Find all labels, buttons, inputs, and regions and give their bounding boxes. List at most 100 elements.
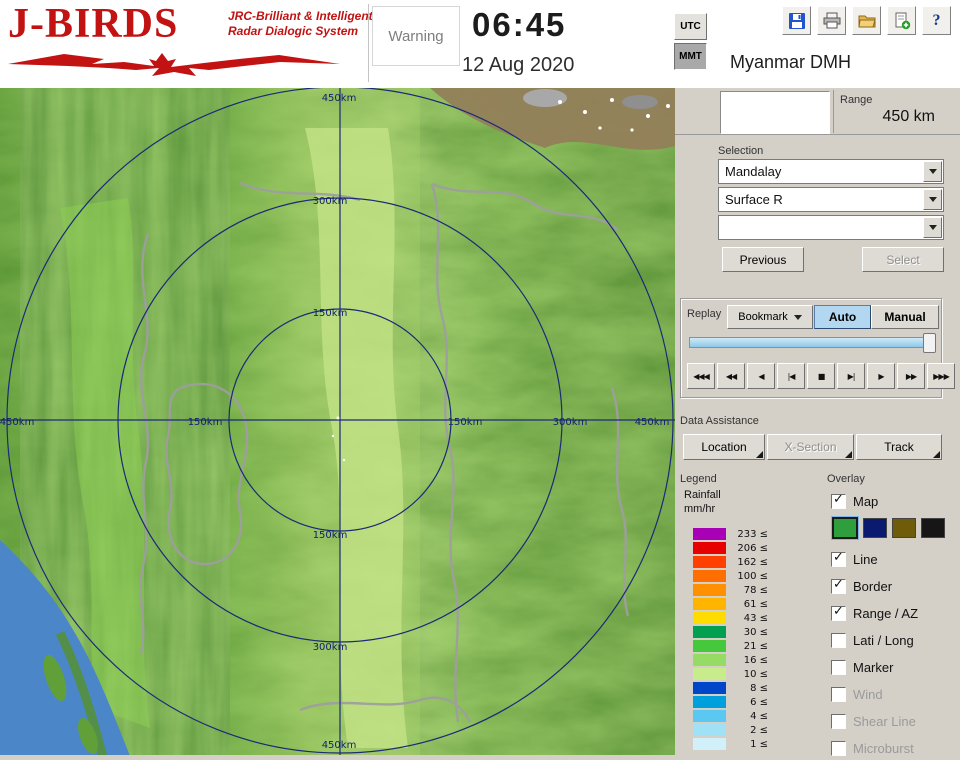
legend-value: 61 ≤ xyxy=(743,598,768,610)
save-button[interactable] xyxy=(782,6,811,35)
header-divider xyxy=(368,4,369,82)
select-button[interactable]: Select xyxy=(862,247,944,272)
stop-button[interactable]: ■ xyxy=(807,363,835,389)
help-button[interactable]: ? xyxy=(922,6,951,35)
legend-row: 30 ≤ xyxy=(693,625,768,639)
legend-color-swatch xyxy=(693,738,726,750)
ring-label: 150km xyxy=(313,308,348,319)
header-bar: J-BIRDS JRC-Brilliant & Intelligent Rada… xyxy=(0,0,960,89)
radar-map-canvas: 450km 300km 150km 150km 300km 450km 450k… xyxy=(0,86,675,760)
ring-label: 300km xyxy=(553,417,588,428)
fast-rewind-button[interactable]: ◀◀ xyxy=(717,363,745,389)
range-az-checkbox[interactable] xyxy=(831,604,846,621)
product-dropdown[interactable]: Surface R xyxy=(718,187,944,212)
open-folder-button[interactable] xyxy=(852,6,881,35)
overlay-item-label: Range / AZ xyxy=(853,605,919,621)
x-section-button[interactable]: X-Section xyxy=(767,434,854,460)
site-dropdown[interactable]: Mandalay xyxy=(718,159,944,184)
map-color-swatch-green[interactable] xyxy=(831,516,859,540)
play-button[interactable]: ▶ xyxy=(867,363,895,389)
legend-color-swatch xyxy=(693,710,726,722)
overlay-row-microburst[interactable]: Microburst xyxy=(831,739,914,757)
export-button[interactable] xyxy=(887,6,916,35)
product-dropdown-button[interactable] xyxy=(923,189,942,210)
app-logo-tagline: JRC-Brilliant & Intelligent Radar Dialog… xyxy=(228,9,373,39)
legend-row: 21 ≤ xyxy=(693,639,768,653)
map-checkbox[interactable] xyxy=(831,492,846,509)
toolbar: ? xyxy=(782,6,951,35)
lati-long-checkbox[interactable] xyxy=(831,632,846,648)
extra-dropdown-button[interactable] xyxy=(923,217,942,238)
chevron-down-icon xyxy=(928,225,937,230)
overlay-row-wind[interactable]: Wind xyxy=(831,685,883,703)
previous-button[interactable]: Previous xyxy=(722,247,804,272)
step-forward-button[interactable]: ▶| xyxy=(837,363,865,389)
legend-color-swatch xyxy=(693,570,726,582)
border-checkbox[interactable] xyxy=(831,577,846,594)
map-color-swatch-black[interactable] xyxy=(921,518,945,538)
mmt-button[interactable]: MMT xyxy=(674,43,707,70)
overlay-row-line[interactable]: Line xyxy=(831,550,878,568)
line-checkbox[interactable] xyxy=(831,550,846,567)
fast-forward-button[interactable]: ▶▶ xyxy=(897,363,925,389)
microburst-checkbox[interactable] xyxy=(831,740,846,756)
ring-label: 450km xyxy=(322,93,357,104)
legend-row: 1 ≤ xyxy=(693,737,768,751)
location-button[interactable]: Location xyxy=(683,434,765,460)
legend-color-swatch xyxy=(693,556,726,568)
overlay-row-marker[interactable]: Marker xyxy=(831,658,893,676)
overlay-row-border[interactable]: Border xyxy=(831,577,892,595)
open-folder-icon xyxy=(857,15,876,27)
legend-value: 1 ≤ xyxy=(750,738,768,750)
track-button[interactable]: Track xyxy=(856,434,942,460)
print-button[interactable] xyxy=(817,6,846,35)
extra-dropdown[interactable] xyxy=(718,215,944,240)
seek-start-button[interactable]: ◀◀◀ xyxy=(687,363,715,389)
play-reverse-button[interactable]: ◀ xyxy=(747,363,775,389)
legend-value: 6 ≤ xyxy=(750,696,768,708)
legend-value: 10 ≤ xyxy=(743,668,768,680)
utc-button[interactable]: UTC xyxy=(674,13,707,40)
x-section-button-label: X-Section xyxy=(784,440,837,454)
map-color-scheme-row xyxy=(831,516,945,540)
ring-label: 300km xyxy=(313,642,348,653)
seek-end-button[interactable]: ▶▶▶ xyxy=(927,363,955,389)
overlay-item-label: Lati / Long xyxy=(853,632,914,648)
auto-mode-button[interactable]: Auto xyxy=(814,305,871,329)
radar-map[interactable]: 450km 300km 150km 150km 300km 450km 450k… xyxy=(0,86,675,760)
wind-checkbox[interactable] xyxy=(831,686,846,702)
overlay-item-label: Border xyxy=(853,578,893,594)
map-color-swatch-navy[interactable] xyxy=(863,518,887,538)
marker-checkbox[interactable] xyxy=(831,659,846,675)
ring-label: 450km xyxy=(0,417,34,428)
manual-mode-button[interactable]: Manual xyxy=(871,305,939,329)
overlay-row-map[interactable]: Map xyxy=(831,492,878,510)
legend-value: 233 ≤ xyxy=(737,528,768,540)
overlay-row-range-az[interactable]: Range / AZ xyxy=(831,604,918,622)
playback-controls: ◀◀◀ ◀◀ ◀ |◀ ■ ▶| ▶ ▶▶ ▶▶▶ xyxy=(687,363,955,389)
overlay-item-label: Map xyxy=(853,493,879,509)
shear-line-checkbox[interactable] xyxy=(831,713,846,729)
legend-row: 10 ≤ xyxy=(693,667,768,681)
legend-value: 78 ≤ xyxy=(743,584,768,596)
ring-label: 450km xyxy=(322,740,357,751)
legend-color-swatch xyxy=(693,584,726,596)
map-color-swatch-olive[interactable] xyxy=(892,518,916,538)
site-dropdown-button[interactable] xyxy=(923,161,942,182)
print-icon xyxy=(823,12,840,28)
legend-row: 233 ≤ xyxy=(693,527,768,541)
overlay-row-shear-line[interactable]: Shear Line xyxy=(831,712,916,730)
timeline-slider-handle[interactable] xyxy=(923,333,936,353)
ring-label: 150km xyxy=(448,417,483,428)
legend-color-swatch xyxy=(693,612,726,624)
overlay-row-lati-long[interactable]: Lati / Long xyxy=(831,631,914,649)
legend-value: 206 ≤ xyxy=(737,542,768,554)
legend-row: 162 ≤ xyxy=(693,555,768,569)
bookmark-button[interactable]: Bookmark xyxy=(727,305,813,329)
clock-date: 12 Aug 2020 xyxy=(462,54,575,76)
step-back-button[interactable]: |◀ xyxy=(777,363,805,389)
legend-unit: mm/hr xyxy=(684,503,716,515)
legend-row: 8 ≤ xyxy=(693,681,768,695)
replay-timeline-slider[interactable] xyxy=(689,333,936,353)
legend-value: 4 ≤ xyxy=(750,710,768,722)
